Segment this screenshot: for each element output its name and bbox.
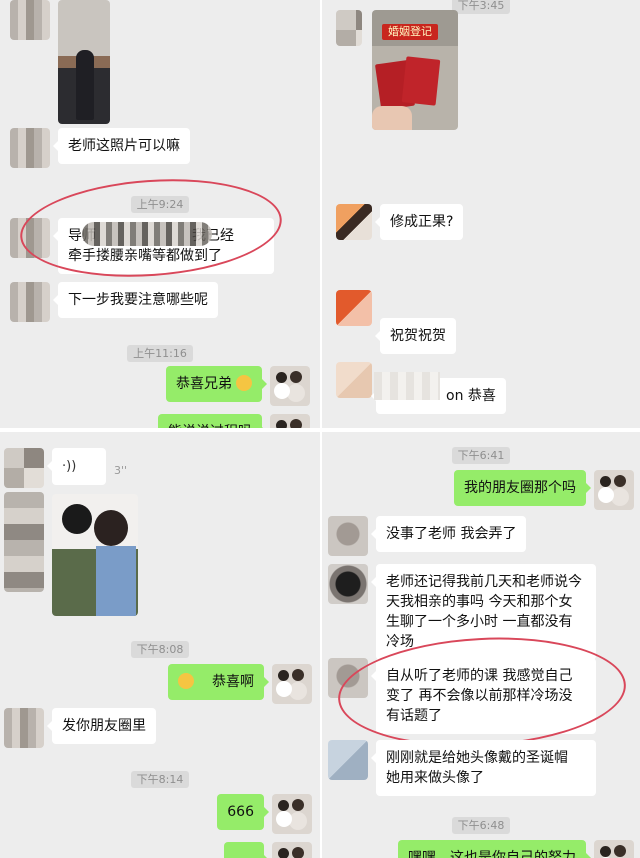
person-head [62,504,92,534]
message-bubble[interactable]: 嘿嘿，这也是你自己的努力 [398,840,591,858]
message-row: 能说说过程吗 [158,414,310,428]
certificate-book-icon [401,56,441,106]
message-text: 恭喜兄弟 [176,376,232,392]
message-bubble[interactable]: 修成正果? [374,204,464,240]
timestamp: 下午8:14 [0,768,320,788]
voice-icon: ·)) [62,459,77,474]
chat-panel-top-right: 下午3:45 婚姻登记 修成正果? 祝贺祝贺 on 恭喜 [322,0,640,428]
message-bubble[interactable]: 发你朋友圈里 [47,708,156,744]
message-row: 老师这照片可以嘛 [10,128,190,168]
avatar[interactable] [336,362,372,398]
timestamp: 下午8:08 [0,638,320,658]
message-row: 婚姻登记 [336,10,458,130]
redaction-mosaic [374,372,440,400]
emoji-icon [178,673,194,689]
avatar[interactable] [4,708,44,748]
chat-panel-top-left: 老师这照片可以嘛 上午9:24 导师我已经 牵手搂腰亲嘴等都做到了 下一步我要注… [0,0,320,428]
photo-message[interactable] [58,0,110,124]
message-text: on 恭喜 [446,388,496,404]
message-row: 没事了老师 我会弄了 [328,516,527,556]
message-bubble[interactable]: 老师这照片可以嘛 [53,128,190,164]
hand [372,106,412,130]
message-bubble[interactable]: 祝贺祝贺 [375,318,456,354]
person-head [94,510,128,546]
avatar[interactable] [328,516,368,556]
marriage-registration-sign: 婚姻登记 [382,24,438,40]
timestamp: 下午6:48 [322,814,640,834]
avatar[interactable] [336,290,372,326]
timestamp: 上午11:16 [0,342,320,362]
message-row: 666 [217,794,312,834]
message-bubble[interactable]: 666 [217,794,269,830]
avatar-self[interactable] [270,414,310,428]
message-text: 恭喜啊 [212,674,254,690]
avatar[interactable] [10,128,50,168]
chat-panel-bottom-right: 下午6:41 我的朋友圈那个吗 没事了老师 我会弄了 老师还记得我前几天和老师说… [322,432,640,858]
avatar[interactable] [336,204,372,240]
message-row: 发你朋友圈里 [4,708,156,748]
message-row: 刚刚就是给她头像戴的圣诞帽 她用来做头像了 [328,740,596,796]
message-row [10,0,110,124]
message-bubble[interactable] [224,842,269,858]
message-row [224,842,312,858]
avatar-blur [4,492,44,592]
message-bubble[interactable]: 恭喜兄弟 [166,366,267,402]
message-bubble[interactable]: 恭喜啊 [168,664,269,700]
avatar-self[interactable] [272,794,312,834]
message-row: 我的朋友圈那个吗 [454,470,634,510]
person-figure [76,50,94,120]
photo-message[interactable]: 婚姻登记 [372,10,458,130]
photo-message[interactable] [52,494,138,616]
timestamp: 下午6:41 [322,444,640,464]
message-bubble[interactable]: 能说说过程吗 [158,414,267,428]
message-row: ·)) 3'' [4,448,127,488]
avatar[interactable] [10,0,50,40]
voice-duration: 3'' [114,464,128,477]
avatar-self[interactable] [272,664,312,704]
person-body [96,546,136,616]
message-bubble[interactable]: 我的朋友圈那个吗 [454,470,591,506]
avatar-self[interactable] [594,840,634,858]
avatar[interactable] [328,564,368,604]
avatar-self[interactable] [272,842,312,858]
avatar[interactable] [4,448,44,488]
avatar-self[interactable] [594,470,634,510]
message-bubble[interactable]: 刚刚就是给她头像戴的圣诞帽 她用来做头像了 [371,740,596,796]
avatar-self[interactable] [270,366,310,406]
message-bubble[interactable]: 下一步我要注意哪些呢 [53,282,218,318]
avatar[interactable] [10,282,50,322]
avatar[interactable] [328,740,368,780]
message-row: 恭喜啊 [168,664,312,704]
message-row: 祝贺祝贺 [336,290,456,354]
message-row: 下一步我要注意哪些呢 [10,282,218,322]
emoji-icon [236,375,252,391]
avatar[interactable] [336,10,362,46]
voice-message[interactable]: ·)) [47,448,106,485]
chat-panel-bottom-left: ·)) 3'' 下午8:08 恭喜啊 发你朋友圈里 下午8:14 666 [0,432,320,858]
message-bubble[interactable]: 没事了老师 我会弄了 [370,516,527,552]
message-row: 修成正果? [336,204,464,240]
message-row: 嘿嘿，这也是你自己的努力 [398,840,634,858]
message-row: 恭喜兄弟 [166,366,310,406]
